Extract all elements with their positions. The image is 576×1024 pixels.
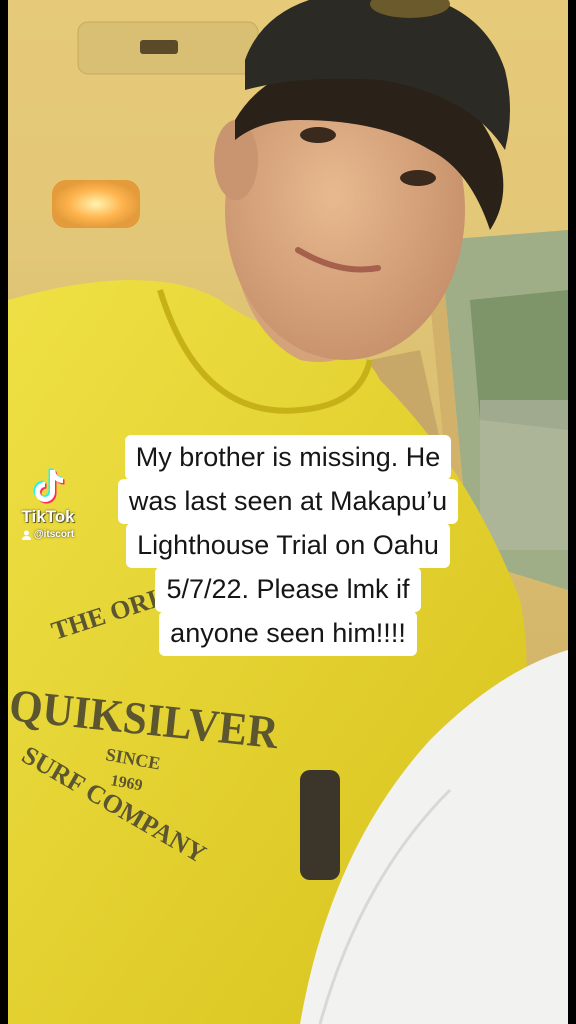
caption-line: My brother is missing. He — [124, 435, 452, 480]
caption-line: 5/7/22. Please lmk if — [155, 567, 421, 612]
caption-line: was last seen at Makapu’u — [117, 479, 459, 524]
caption-line: Lighthouse Trial on Oahu — [126, 523, 450, 568]
caption-line: anyone seen him!!!! — [159, 611, 417, 656]
caption-overlay: My brother is missing. He was last seen … — [0, 435, 576, 656]
